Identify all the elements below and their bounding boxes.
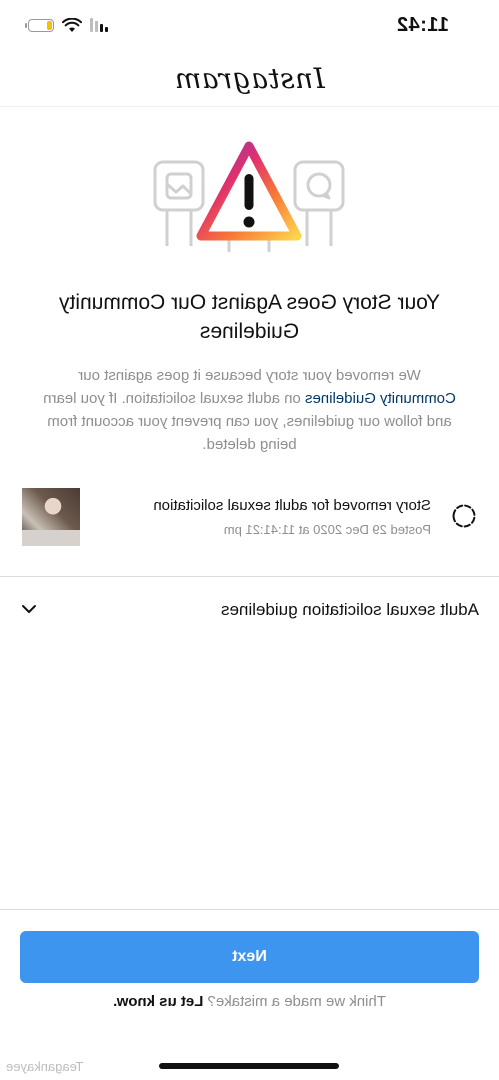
notice-body: We removed your story because it goes ag… xyxy=(40,364,459,456)
divider xyxy=(0,576,499,577)
guidelines-accordion[interactable]: Adult sexual solicitation guidelines xyxy=(0,578,499,644)
notice-body-text: We removed your story because it goes ag… xyxy=(78,367,421,384)
cellular-signal-icon xyxy=(90,18,108,32)
removed-story-row: Story removed for adult sexual solicitat… xyxy=(0,486,499,548)
warning-triangle-icon xyxy=(196,141,302,252)
home-indicator xyxy=(159,1063,339,1069)
battery-icon xyxy=(28,18,54,32)
story-thumbnail xyxy=(22,488,80,546)
story-removed-title: Story removed for adult sexual solicitat… xyxy=(153,497,431,514)
spinner-icon xyxy=(452,504,476,528)
guidelines-label: Adult sexual solicitation guidelines xyxy=(221,600,479,619)
image-card-icon xyxy=(153,160,205,246)
mistake-prompt-text: Think we made a mistake? xyxy=(203,993,386,1010)
story-text: Story removed for adult sexual solicitat… xyxy=(101,496,431,540)
let-us-know-link[interactable]: Let us know. xyxy=(113,993,203,1010)
battery-fill xyxy=(47,20,52,30)
status-bar: 11:42 xyxy=(0,0,499,52)
screen: 11:42 Instagram Your Story Goes Against … xyxy=(0,0,499,1080)
chevron-down-icon[interactable] xyxy=(20,600,38,618)
mistake-prompt: Think we made a mistake? Let us know. xyxy=(0,993,499,1010)
watermark: Teagankayee xyxy=(6,1059,84,1074)
footer-divider xyxy=(0,909,499,910)
header: Instagram xyxy=(0,52,499,107)
status-time: 11:42 xyxy=(396,14,449,36)
status-icons xyxy=(28,14,108,36)
chat-card-icon xyxy=(293,160,345,246)
instagram-logo: Instagram xyxy=(174,62,325,95)
warning-illustration xyxy=(153,141,345,252)
notice-title: Your Story Goes Against Our Community Gu… xyxy=(59,291,440,343)
story-posted-time: Posted 29 Dec 2020 at 11:41:21 pm xyxy=(223,522,431,537)
community-guidelines-link[interactable]: Community Guidelines xyxy=(305,390,456,407)
wifi-icon xyxy=(62,17,82,32)
next-button[interactable]: Next xyxy=(20,931,479,983)
